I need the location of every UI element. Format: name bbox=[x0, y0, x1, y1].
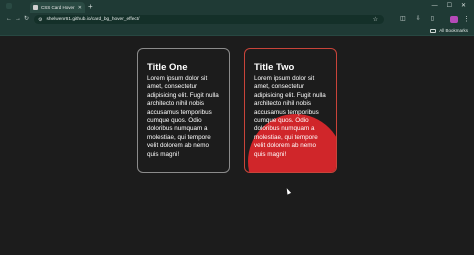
card-one[interactable]: Title One Lorem ipsum dolor sit amet, co… bbox=[137, 48, 230, 173]
tab-title: CSS Card Hover Effect bbox=[41, 5, 76, 10]
card-body-text: Lorem ipsum dolor sit amet, consectetur … bbox=[147, 75, 219, 158]
card-title: Title Two bbox=[254, 62, 295, 73]
page-viewport bbox=[0, 37, 474, 255]
all-bookmarks-label: All Bookmarks bbox=[439, 28, 468, 33]
folder-icon bbox=[430, 28, 437, 33]
card-two[interactable]: Title Two Lorem ipsum dolor sit amet, co… bbox=[244, 48, 337, 173]
tab-close-icon[interactable]: ✕ bbox=[78, 5, 82, 11]
url-text[interactable]: shelwenr61.github.io/card_bg_hover_effec… bbox=[46, 17, 139, 22]
forward-icon[interactable]: → bbox=[15, 16, 21, 23]
tab-search-icon[interactable] bbox=[6, 3, 12, 9]
profile-avatar[interactable] bbox=[450, 16, 458, 23]
favicon-icon bbox=[33, 5, 38, 10]
address-bar[interactable]: ⚙ shelwenr61.github.io/card_bg_hover_eff… bbox=[34, 15, 384, 24]
card-title: Title One bbox=[147, 62, 188, 73]
window-controls: — ☐ ✕ bbox=[432, 2, 466, 10]
new-tab-button[interactable]: + bbox=[88, 2, 93, 11]
kebab-menu-icon[interactable]: ⋮ bbox=[463, 15, 470, 23]
toolbar-actions: ◫ ⇩ ▯ bbox=[400, 16, 434, 23]
extensions-icon[interactable]: ◫ bbox=[400, 16, 406, 23]
bookmarks-bar: All Bookmarks bbox=[0, 26, 474, 36]
reload-icon[interactable]: ↻ bbox=[24, 16, 29, 23]
browser-tab[interactable]: CSS Card Hover Effect ✕ bbox=[30, 2, 85, 13]
browser-tab-strip: CSS Card Hover Effect ✕ + — ☐ ✕ bbox=[0, 0, 474, 13]
bookmark-star-icon[interactable]: ☆ bbox=[373, 16, 378, 23]
downloads-icon[interactable]: ⇩ bbox=[416, 16, 421, 23]
minimize-icon[interactable]: — bbox=[432, 2, 438, 10]
browser-toolbar: ← → ↻ ⚙ shelwenr61.github.io/card_bg_hov… bbox=[0, 13, 474, 26]
maximize-icon[interactable]: ☐ bbox=[447, 2, 452, 10]
card-body-text: Lorem ipsum dolor sit amet, consectetur … bbox=[254, 75, 326, 158]
all-bookmarks-button[interactable]: All Bookmarks bbox=[430, 28, 468, 33]
close-window-icon[interactable]: ✕ bbox=[461, 2, 466, 10]
site-info-icon[interactable]: ⚙ bbox=[38, 17, 42, 23]
back-icon[interactable]: ← bbox=[6, 16, 12, 23]
side-panel-icon[interactable]: ▯ bbox=[431, 16, 434, 23]
